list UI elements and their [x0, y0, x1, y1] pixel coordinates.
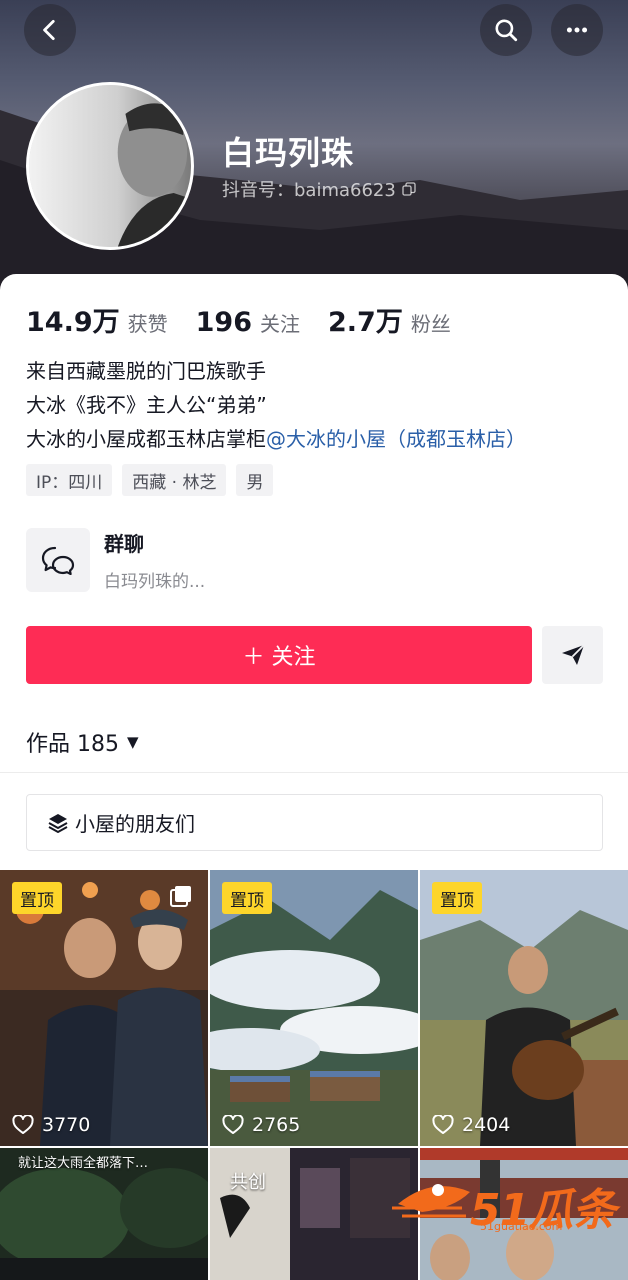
stat-followers-value: 2.7万 — [328, 307, 403, 338]
stat-likes-label: 获赞 — [127, 312, 168, 336]
tag-location: 西藏 · 林芝 — [122, 464, 227, 496]
heart-icon — [432, 1115, 454, 1134]
like-count: 2404 — [432, 1114, 510, 1136]
group-chat-entry[interactable]: 群聊 白玛列珠的... — [26, 528, 205, 592]
tab-divider — [0, 772, 628, 773]
like-count: 2765 — [222, 1114, 300, 1136]
profile-cover: 白玛列珠 抖音号：baima6623 — [0, 0, 628, 300]
search-button[interactable] — [480, 4, 532, 56]
cocreate-label: 共创 — [230, 1172, 266, 1193]
stats-row: 14.9万 获赞 196 关注 2.7万 粉丝 — [26, 300, 479, 339]
bio-line-3: 大冰的小屋成都玉林店掌柜@大冰的小屋（成都玉林店） — [26, 422, 526, 456]
follow-button[interactable]: ＋ 关注 — [26, 626, 532, 684]
pinned-badge: 置顶 — [12, 882, 62, 914]
tab-works-label: 作品 185 — [26, 732, 119, 757]
more-button[interactable] — [551, 4, 603, 56]
stat-followers[interactable]: 2.7万 粉丝 — [328, 300, 451, 339]
douyin-id[interactable]: 抖音号：baima6623 — [222, 176, 416, 202]
share-button[interactable] — [542, 626, 603, 684]
collection-entry[interactable]: 小屋的朋友们 — [26, 794, 603, 851]
tag-ip: IP：四川 — [26, 464, 113, 496]
avatar-image — [29, 85, 191, 247]
pinned-badge: 置顶 — [222, 882, 272, 914]
back-button[interactable] — [24, 4, 76, 56]
video-tile[interactable]: 共创 — [210, 1148, 418, 1280]
search-icon — [495, 19, 518, 42]
like-count: 3770 — [12, 1114, 90, 1136]
bio-mention-link[interactable]: @大冰的小屋（成都玉林店） — [266, 427, 526, 451]
group-chat-icon-box — [26, 528, 90, 592]
like-count-value: 3770 — [42, 1114, 91, 1136]
chevron-left-icon — [43, 19, 55, 41]
bio-line-1: 来自西藏墨脱的门巴族歌手 — [26, 359, 266, 383]
stat-following-value: 196 — [195, 307, 252, 338]
tab-works[interactable]: 作品 185 ▼ — [26, 726, 139, 758]
avatar[interactable] — [26, 82, 194, 250]
bio-line-3-text: 大冰的小屋成都玉林店掌柜 — [26, 427, 266, 451]
bio: 来自西藏墨脱的门巴族歌手 大冰《我不》主人公“弟弟” 大冰的小屋成都玉林店掌柜@… — [26, 354, 526, 456]
like-count-value: 2765 — [252, 1114, 301, 1136]
video-tile[interactable]: 就让这大雨全都落下… — [0, 1148, 208, 1280]
stat-likes-value: 14.9万 — [26, 307, 120, 338]
stat-following[interactable]: 196 关注 — [196, 307, 300, 338]
bio-line-2: 大冰《我不》主人公“弟弟” — [26, 393, 267, 417]
watermark-url: 51guatiao.com — [480, 1220, 563, 1233]
heart-icon — [12, 1115, 34, 1134]
group-chat-title: 群聊 — [104, 532, 144, 556]
video-tile[interactable]: 置顶 3770 — [0, 870, 208, 1146]
stat-following-label: 关注 — [260, 312, 300, 336]
multi-image-icon — [170, 886, 191, 907]
video-tile[interactable]: 置顶 2404 — [420, 870, 628, 1146]
layers-icon — [48, 813, 68, 833]
stat-followers-label: 粉丝 — [410, 312, 451, 336]
douyin-id-text: 抖音号：baima6623 — [222, 180, 396, 201]
group-chat-text: 群聊 白玛列珠的... — [104, 528, 205, 592]
collection-label: 小屋的朋友们 — [75, 812, 195, 836]
group-chat-subtitle: 白玛列珠的... — [104, 572, 206, 592]
pinned-badge: 置顶 — [432, 882, 482, 914]
video-caption: 就让这大雨全都落下… — [18, 1156, 149, 1171]
tag-gender: 男 — [236, 464, 274, 496]
caret-down-icon: ▼ — [127, 733, 139, 751]
like-count-value: 2404 — [462, 1114, 511, 1136]
stat-likes[interactable]: 14.9万 获赞 — [26, 300, 168, 339]
more-dots-icon — [566, 27, 588, 33]
heart-icon — [222, 1115, 244, 1134]
user-name: 白玛列珠 — [222, 134, 355, 172]
copy-icon[interactable] — [402, 182, 416, 196]
video-tile[interactable]: 置顶 2765 — [210, 870, 418, 1146]
profile-tags: IP：四川 西藏 · 林芝 男 — [26, 464, 274, 496]
send-icon — [561, 644, 585, 665]
chat-bubbles-icon — [41, 546, 75, 575]
